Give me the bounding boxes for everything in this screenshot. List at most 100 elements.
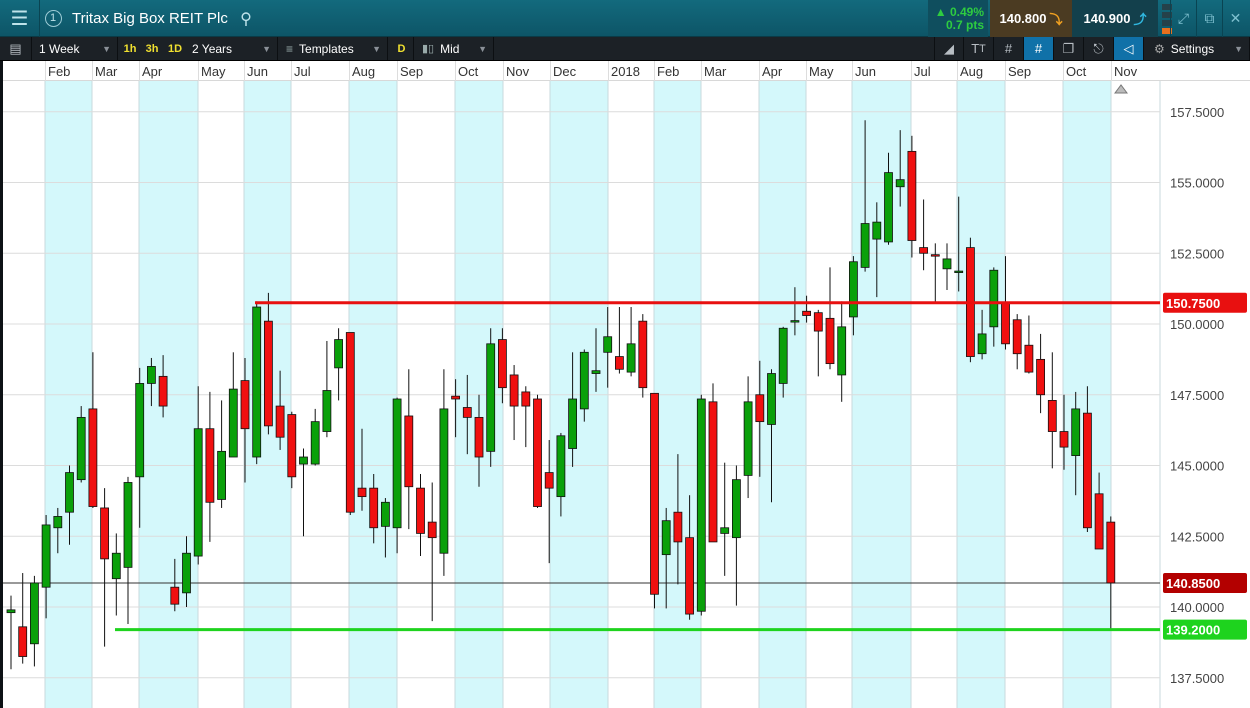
price-tick-label: 152.5000 bbox=[1170, 246, 1224, 261]
candle-up bbox=[486, 343, 496, 452]
candle-up bbox=[217, 450, 227, 500]
candle-up bbox=[579, 351, 589, 410]
month-label: May bbox=[201, 64, 226, 79]
month-label: Jun bbox=[247, 64, 268, 79]
month-label: Jul bbox=[294, 64, 311, 79]
candle-up bbox=[732, 479, 741, 539]
candle-down bbox=[369, 487, 379, 529]
candle-down bbox=[544, 472, 554, 489]
candle-up bbox=[696, 398, 706, 612]
month-divider bbox=[654, 61, 655, 81]
candle-up bbox=[6, 609, 16, 614]
month-divider bbox=[701, 61, 702, 81]
candle-down bbox=[427, 521, 437, 539]
candle-down bbox=[802, 310, 811, 316]
candle-up bbox=[41, 524, 51, 588]
month-label: Apr bbox=[762, 64, 783, 79]
candle-down bbox=[158, 375, 168, 407]
month-label: Nov bbox=[506, 64, 530, 79]
month-divider bbox=[45, 61, 46, 81]
candle-up bbox=[603, 336, 613, 353]
month-divider bbox=[455, 61, 456, 81]
month-label: May bbox=[809, 64, 834, 79]
month-label: Aug bbox=[352, 64, 376, 79]
month-divider bbox=[397, 61, 398, 81]
candle-up bbox=[182, 552, 191, 594]
candle-down bbox=[533, 398, 542, 507]
candle-up bbox=[568, 398, 577, 449]
candle-down bbox=[1012, 319, 1022, 355]
candle-down bbox=[416, 487, 425, 534]
current-price-tag-label: 140.8500 bbox=[1166, 576, 1220, 591]
candle-down bbox=[930, 254, 940, 257]
price-tick-label: 137.5000 bbox=[1170, 671, 1224, 686]
month-divider bbox=[759, 61, 760, 81]
candle-down bbox=[345, 332, 355, 513]
candle-up bbox=[65, 472, 74, 513]
price-tick-label: 147.5000 bbox=[1170, 388, 1224, 403]
candle-down bbox=[907, 150, 917, 241]
candle-down bbox=[474, 416, 484, 458]
candle-up bbox=[977, 333, 987, 355]
candle-down bbox=[825, 317, 835, 365]
month-label: Dec bbox=[553, 64, 577, 79]
candle-up bbox=[778, 327, 788, 384]
candle-up bbox=[895, 179, 905, 188]
candle-down bbox=[275, 405, 285, 438]
month-label: Sep bbox=[1008, 64, 1032, 79]
candle-up bbox=[193, 428, 203, 557]
price-tick-label: 157.5000 bbox=[1170, 105, 1224, 120]
candle-up bbox=[954, 270, 964, 273]
candle-up bbox=[1071, 408, 1081, 456]
month-label: Feb bbox=[657, 64, 680, 79]
price-tick-label: 142.5000 bbox=[1170, 529, 1224, 544]
candle-down bbox=[708, 401, 718, 543]
month-divider bbox=[139, 61, 140, 81]
price-tick-label: 140.0000 bbox=[1170, 600, 1224, 615]
candle-down bbox=[287, 414, 297, 478]
support-price-tag-label: 139.2000 bbox=[1166, 623, 1220, 638]
candle-down bbox=[685, 537, 694, 615]
candle-up bbox=[322, 390, 332, 432]
candle-up bbox=[310, 421, 320, 465]
month-label: Aug bbox=[960, 64, 984, 79]
candle-down bbox=[1094, 493, 1104, 550]
candle-up bbox=[380, 501, 390, 527]
month-divider bbox=[92, 61, 93, 81]
month-label: Jul bbox=[914, 64, 931, 79]
candle-up bbox=[837, 326, 847, 376]
month-label: 2018 bbox=[611, 64, 640, 79]
month-divider bbox=[244, 61, 245, 81]
month-label: Sep bbox=[400, 64, 424, 79]
month-divider bbox=[1111, 61, 1112, 81]
candle-down bbox=[263, 320, 273, 427]
candle-down bbox=[919, 247, 928, 254]
month-divider bbox=[852, 61, 853, 81]
month-divider bbox=[349, 61, 350, 81]
month-divider bbox=[291, 61, 292, 81]
candle-down bbox=[1001, 302, 1010, 345]
month-divider bbox=[198, 61, 199, 81]
candle-down bbox=[88, 408, 98, 507]
time-axis: Feb Mar Apr May Jun Jul Aug Sep Oct Nov Dec 2018 Feb… bbox=[0, 61, 1250, 81]
candle-down bbox=[1036, 358, 1045, 396]
month-divider bbox=[503, 61, 504, 81]
candle-up bbox=[556, 435, 566, 498]
candle-down bbox=[451, 395, 461, 400]
candle-down bbox=[462, 407, 472, 418]
candle-up bbox=[123, 482, 133, 568]
candle-up bbox=[942, 258, 952, 270]
candle-down bbox=[18, 626, 28, 657]
candle-down bbox=[638, 320, 648, 389]
month-divider bbox=[608, 61, 609, 81]
candlestick-chart[interactable]: 157.5000 155.0000 152.5000 150.0000 147.5000… bbox=[0, 0, 1250, 708]
candle-up bbox=[334, 339, 344, 369]
candle-down bbox=[357, 487, 367, 498]
month-label: Nov bbox=[1114, 64, 1138, 79]
resistance-price-tag-label: 150.7500 bbox=[1166, 296, 1220, 311]
candle-down bbox=[650, 392, 659, 595]
candle-up bbox=[76, 416, 86, 481]
candle-down bbox=[240, 380, 250, 430]
candle-up bbox=[252, 306, 262, 458]
candle-down bbox=[404, 415, 414, 488]
